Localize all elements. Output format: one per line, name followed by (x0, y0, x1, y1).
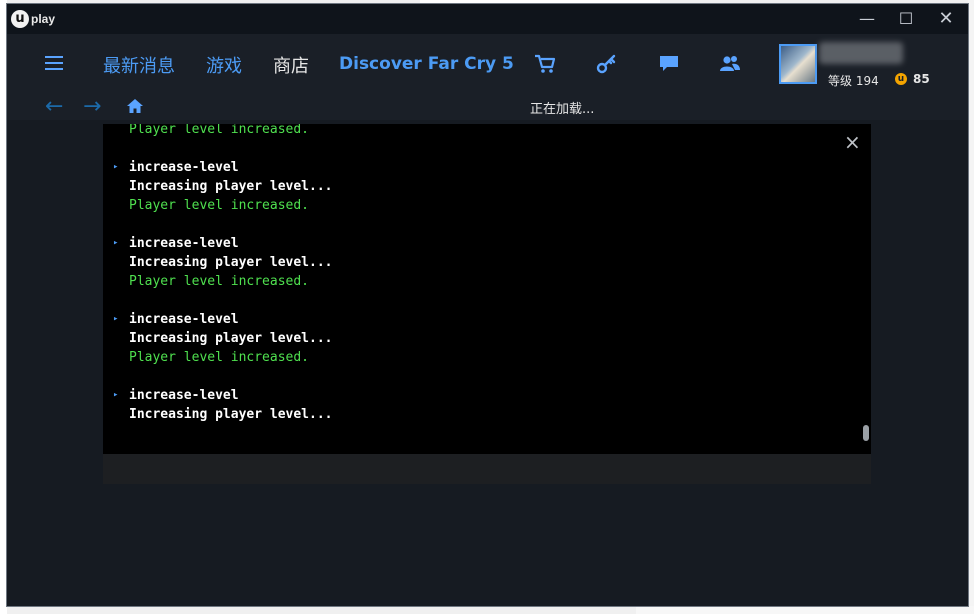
background-desktop-right (968, 0, 974, 614)
nav-games[interactable]: 游戏 (206, 52, 242, 78)
console-success-line: Player level increased. (103, 196, 871, 215)
background-desktop (0, 0, 7, 614)
prompt-icon: ▸ (113, 314, 119, 324)
console-line-text: Increasing player level... (129, 179, 333, 194)
uplay-logo: u play (11, 9, 55, 29)
level-label: 等级 (828, 74, 853, 88)
console-info-line: Increasing player level... (103, 405, 871, 424)
store-content-area: × Player level increased. ▸ increase-level… (7, 120, 968, 606)
console-info-line: Increasing player level... (103, 253, 871, 272)
close-window-button[interactable]: ✕ (932, 8, 960, 30)
console-line-text: Increasing player level... (129, 255, 333, 270)
console-scrollbar[interactable] (863, 425, 869, 441)
console-command-line: ▸ increase-level (103, 310, 871, 329)
console-success-line: Player level increased. (103, 348, 871, 367)
console-line-text: Player level increased. (129, 198, 310, 213)
console-overlay: × Player level increased. ▸ increase-level… (103, 124, 871, 454)
username-redacted (819, 42, 903, 64)
units-count: 85 (913, 72, 930, 86)
console-line-text: Player level increased. (129, 274, 310, 289)
console-info-line: Increasing player level... (103, 329, 871, 348)
background-desktop-bottom (636, 606, 974, 614)
prompt-icon: ▸ (113, 162, 119, 172)
prompt-icon: ▸ (113, 238, 119, 248)
console-command-line: ▸ increase-level (103, 386, 871, 405)
console-line-text: increase-level (129, 312, 239, 327)
sub-navigation: ← → 正在加载... (7, 94, 968, 120)
cart-icon[interactable] (534, 54, 556, 74)
friends-icon[interactable] (719, 54, 741, 74)
maximize-button[interactable]: ☐ (892, 8, 920, 30)
console-success-line: Player level increased. (103, 124, 871, 139)
player-level: 等级 194 (828, 72, 879, 89)
uplay-logo-badge: u (11, 10, 29, 28)
nav-promo-far-cry-5[interactable]: Discover Far Cry 5 (339, 54, 514, 74)
uplay-window: u play — ☐ ✕ 最新消息 游戏 商店 Discover Far Cry… (7, 4, 968, 606)
console-line-text: Increasing player level... (129, 331, 333, 346)
console-line-text: increase-level (129, 236, 239, 251)
units-balance[interactable]: u 85 (895, 72, 930, 86)
console-line-text: increase-level (129, 160, 239, 175)
nav-store[interactable]: 商店 (273, 52, 309, 78)
forward-arrow-icon[interactable]: → (83, 94, 101, 119)
console-line-text: Player level increased. (129, 124, 310, 137)
console-line-text: Increasing player level... (129, 407, 333, 422)
uplay-logo-text: play (31, 12, 56, 26)
loading-status: 正在加载... (530, 102, 595, 117)
minimize-button[interactable]: — (853, 8, 881, 30)
avatar[interactable] (779, 44, 817, 84)
console-log: Player level increased. ▸ increase-level In… (103, 124, 871, 424)
console-command-line: ▸ increase-level (103, 234, 871, 253)
units-coin-icon: u (895, 73, 907, 85)
console-success-line: Player level increased. (103, 272, 871, 291)
menu-icon[interactable] (45, 56, 63, 70)
nav-news[interactable]: 最新消息 (103, 52, 175, 78)
title-bar[interactable]: u play — ☐ ✕ (7, 4, 968, 34)
key-icon[interactable] (596, 54, 618, 74)
console-command-line: ▸ increase-level (103, 158, 871, 177)
top-navigation: 最新消息 游戏 商店 Discover Far Cry 5 等级 194 u 8… (7, 34, 968, 94)
chat-icon[interactable] (658, 54, 680, 74)
console-input[interactable] (103, 454, 871, 484)
console-line-text: increase-level (129, 388, 239, 403)
home-icon[interactable] (126, 98, 144, 114)
console-line-text: Player level increased. (129, 350, 310, 365)
console-info-line: Increasing player level... (103, 177, 871, 196)
back-arrow-icon[interactable]: ← (45, 94, 63, 119)
level-value: 194 (855, 74, 879, 88)
prompt-icon: ▸ (113, 390, 119, 400)
